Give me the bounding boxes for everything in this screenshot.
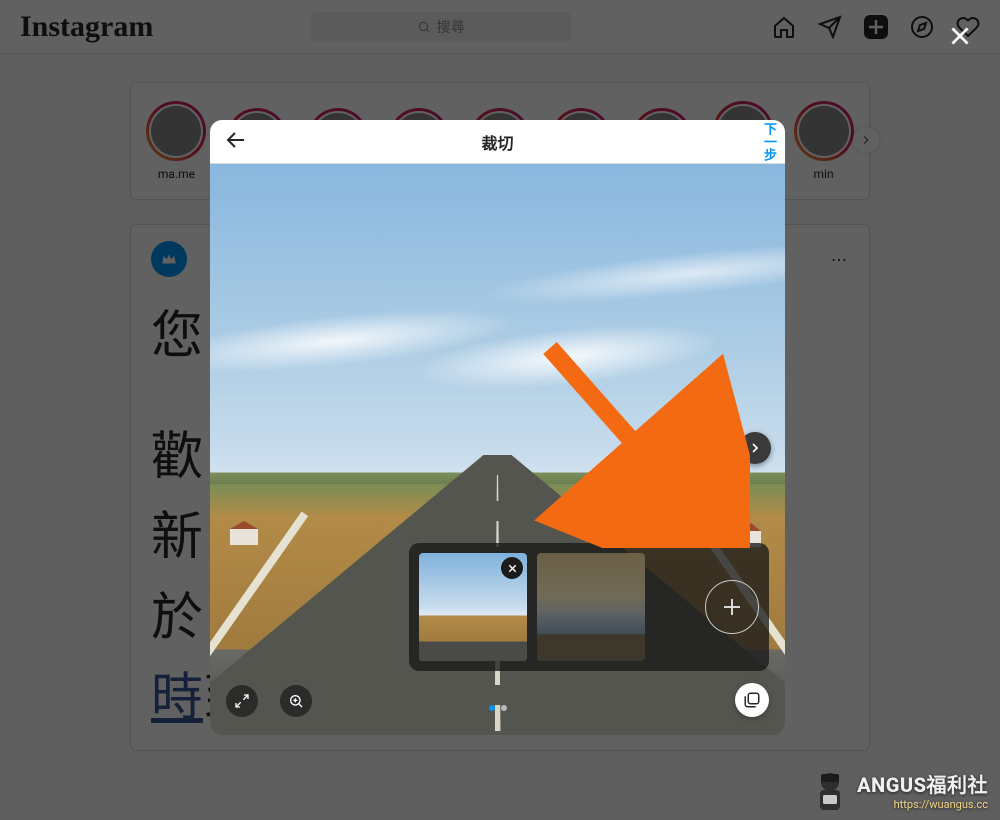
watermark-url: https://wuangus.cc: [857, 798, 988, 812]
media-thumbnail[interactable]: [537, 553, 645, 661]
back-button[interactable]: [224, 128, 248, 156]
media-thumbnail[interactable]: [419, 553, 527, 661]
add-media-button[interactable]: [705, 580, 759, 634]
close-modal-button[interactable]: [942, 18, 978, 54]
next-media-button[interactable]: [739, 432, 771, 464]
zoom-button[interactable]: [280, 685, 312, 717]
modal-title: 裁切: [210, 130, 785, 154]
remove-media-button[interactable]: [501, 557, 523, 579]
chevron-right-icon: [747, 440, 763, 456]
open-media-tray-button[interactable]: [735, 683, 769, 717]
media-tray: [409, 543, 769, 671]
carousel-dots: [489, 705, 507, 711]
next-button[interactable]: 下一步: [761, 122, 775, 161]
zoom-icon: [288, 693, 304, 709]
gallery-stack-icon: [743, 691, 761, 709]
aspect-ratio-button[interactable]: [226, 685, 258, 717]
crop-modal: 裁切 下一步: [210, 120, 785, 735]
arrow-left-icon: [224, 128, 248, 152]
dot: [501, 705, 507, 711]
watermark-title: ANGUS福利社: [857, 772, 988, 798]
x-icon: [507, 563, 518, 574]
crop-controls: [226, 685, 312, 717]
modal-header: 裁切 下一步: [210, 120, 785, 164]
watermark-figure: [810, 768, 850, 814]
watermark: ANGUS福利社 https://wuangus.cc: [857, 772, 988, 812]
close-icon: [947, 23, 973, 49]
dot-active: [489, 705, 495, 711]
expand-icon: [234, 693, 250, 709]
plus-icon: [720, 595, 744, 619]
crop-canvas[interactable]: [210, 164, 785, 735]
